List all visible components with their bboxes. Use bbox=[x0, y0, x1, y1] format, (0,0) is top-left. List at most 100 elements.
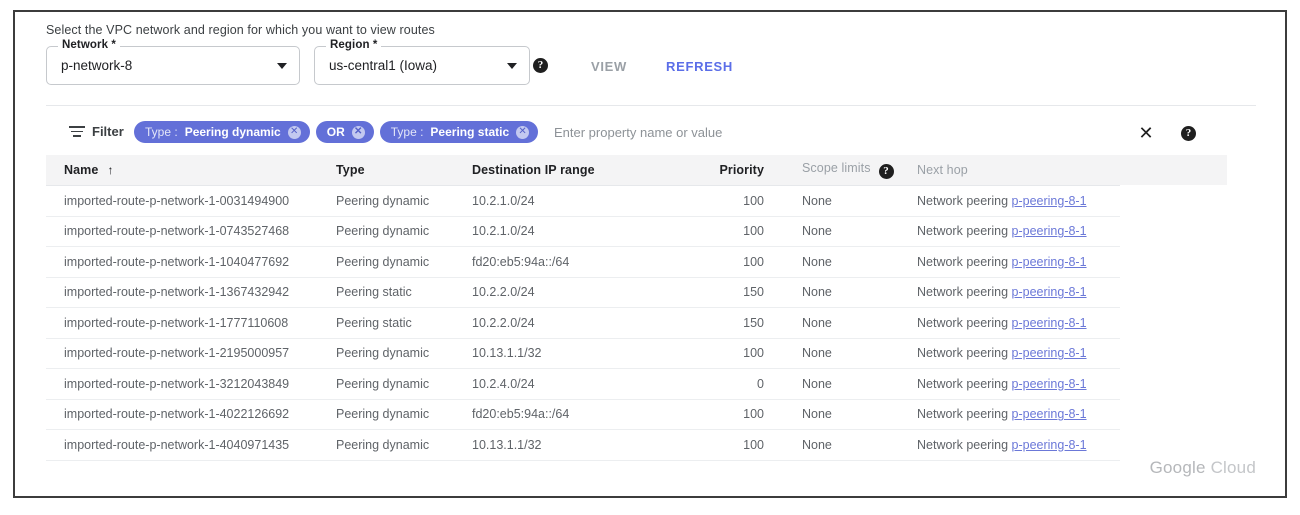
cell-destination: 10.2.4.0/24 bbox=[472, 376, 535, 391]
google-cloud-logo: Google Cloud bbox=[1150, 458, 1256, 478]
region-select[interactable]: Region * us-central1 (Iowa) bbox=[314, 39, 530, 85]
filter-icon[interactable] bbox=[69, 125, 85, 139]
cell-scope-limits: None bbox=[802, 224, 832, 239]
filter-chip-key: Type : bbox=[390, 125, 424, 139]
cell-priority: 150 bbox=[743, 285, 764, 300]
cell-scope-limits: None bbox=[802, 437, 832, 452]
next-hop-link[interactable]: p-peering-8-1 bbox=[1012, 377, 1087, 391]
column-header-priority[interactable]: Priority bbox=[672, 163, 782, 177]
column-header-type[interactable]: Type bbox=[336, 163, 472, 177]
scope-limits-help-icon[interactable]: ? bbox=[878, 164, 894, 179]
cell-type: Peering dynamic bbox=[336, 376, 430, 391]
next-hop-prefix: Network peering bbox=[917, 285, 1009, 300]
cell-destination: 10.13.1.1/32 bbox=[472, 346, 542, 361]
column-header-next-hop[interactable]: Next hop bbox=[917, 163, 1207, 177]
filter-chip[interactable]: Type : Peering dynamic ✕ bbox=[134, 121, 310, 143]
table-row[interactable]: imported-route-p-network-1-1040477692 Pee… bbox=[46, 247, 1227, 278]
filter-bar: Filter Type : Peering dynamic ✕ OR ✕ Typ… bbox=[46, 113, 1256, 154]
filter-chip-list: Type : Peering dynamic ✕ OR ✕ Type : Pee… bbox=[134, 121, 539, 143]
cell-type: Peering dynamic bbox=[336, 254, 430, 269]
cell-next-hop: Network peering p-peering-8-1 bbox=[917, 316, 1207, 330]
table-row[interactable]: imported-route-p-network-1-0031494900 Pee… bbox=[46, 186, 1227, 217]
next-hop-link[interactable]: p-peering-8-1 bbox=[1012, 194, 1087, 208]
next-hop-link[interactable]: p-peering-8-1 bbox=[1012, 407, 1087, 421]
column-header-label: Type bbox=[336, 163, 365, 177]
column-header-label: Name bbox=[64, 163, 99, 177]
cell-name: imported-route-p-network-1-0031494900 bbox=[64, 193, 290, 208]
filter-chip[interactable]: Type : Peering static ✕ bbox=[379, 121, 539, 143]
cell-next-hop: Network peering p-peering-8-1 bbox=[917, 194, 1207, 208]
cell-destination: fd20:eb5:94a::/64 bbox=[472, 407, 570, 422]
filter-chip-key: Type : bbox=[145, 125, 178, 139]
cell-priority: 150 bbox=[743, 315, 764, 330]
network-select[interactable]: Network * p-network-8 bbox=[46, 39, 300, 85]
cell-destination: 10.2.2.0/24 bbox=[472, 315, 535, 330]
cell-scope-limits: None bbox=[802, 254, 832, 269]
window-frame: Select the VPC network and region for wh… bbox=[13, 10, 1287, 498]
view-button[interactable]: VIEW bbox=[591, 59, 627, 74]
cell-destination: 10.2.1.0/24 bbox=[472, 224, 535, 239]
chevron-down-icon[interactable] bbox=[277, 63, 287, 69]
cell-name: imported-route-p-network-1-4022126692 bbox=[64, 407, 290, 422]
cell-next-hop: Network peering p-peering-8-1 bbox=[917, 224, 1207, 238]
filter-label: Filter bbox=[92, 124, 124, 139]
refresh-button[interactable]: REFRESH bbox=[666, 59, 733, 74]
cell-priority: 100 bbox=[743, 193, 764, 208]
table-row[interactable]: imported-route-p-network-1-0743527468 Pee… bbox=[46, 216, 1227, 247]
cell-destination: 10.2.1.0/24 bbox=[472, 193, 535, 208]
column-header-scope-limits[interactable]: Scope limits? bbox=[782, 161, 917, 179]
cell-priority: 100 bbox=[743, 224, 764, 239]
filter-help-icon[interactable]: ? bbox=[1181, 126, 1196, 141]
next-hop-link[interactable]: p-peering-8-1 bbox=[1012, 346, 1087, 360]
cell-name: imported-route-p-network-1-4040971435 bbox=[64, 437, 290, 452]
cell-scope-limits: None bbox=[802, 407, 832, 422]
close-icon[interactable]: ✕ bbox=[351, 125, 365, 139]
next-hop-link[interactable]: p-peering-8-1 bbox=[1012, 285, 1087, 299]
section-divider bbox=[46, 105, 1256, 106]
chevron-down-icon[interactable] bbox=[507, 63, 517, 69]
column-header-label: Destination IP range bbox=[472, 163, 595, 177]
next-hop-prefix: Network peering bbox=[917, 254, 1009, 269]
page-instruction-text: Select the VPC network and region for wh… bbox=[46, 23, 435, 37]
table-header-row: Name ↑ Type Destination IP range Priority… bbox=[46, 155, 1227, 186]
table-body: imported-route-p-network-1-0031494900 Pee… bbox=[46, 186, 1227, 461]
region-select-value: us-central1 (Iowa) bbox=[329, 58, 438, 73]
next-hop-prefix: Network peering bbox=[917, 315, 1009, 330]
cell-scope-limits: None bbox=[802, 346, 832, 361]
table-row[interactable]: imported-route-p-network-1-4040971435 Pee… bbox=[46, 430, 1227, 461]
network-select-value: p-network-8 bbox=[61, 58, 133, 73]
column-header-label: Priority bbox=[719, 163, 764, 177]
filter-chip-operator[interactable]: OR ✕ bbox=[315, 121, 374, 143]
panel-content: Select the VPC network and region for wh… bbox=[15, 12, 1285, 496]
next-hop-link[interactable]: p-peering-8-1 bbox=[1012, 438, 1087, 452]
clear-filter-icon[interactable]: ✕ bbox=[1136, 123, 1156, 143]
column-header-label: Next hop bbox=[917, 163, 968, 177]
close-icon[interactable]: ✕ bbox=[287, 125, 301, 139]
filter-input[interactable]: Enter property name or value bbox=[554, 125, 722, 140]
cell-scope-limits: None bbox=[802, 193, 832, 208]
column-header-destination-ip-range[interactable]: Destination IP range bbox=[472, 163, 672, 177]
cell-next-hop: Network peering p-peering-8-1 bbox=[917, 255, 1207, 269]
table-row[interactable]: imported-route-p-network-1-2195000957 Pee… bbox=[46, 338, 1227, 369]
cell-destination: fd20:eb5:94a::/64 bbox=[472, 254, 570, 269]
table-row[interactable]: imported-route-p-network-1-4022126692 Pee… bbox=[46, 399, 1227, 430]
cell-next-hop: Network peering p-peering-8-1 bbox=[917, 438, 1207, 452]
table-row[interactable]: imported-route-p-network-1-1777110608 Pee… bbox=[46, 308, 1227, 339]
cell-priority: 100 bbox=[743, 407, 764, 422]
column-header-name[interactable]: Name ↑ bbox=[46, 163, 336, 177]
sort-ascending-icon[interactable]: ↑ bbox=[107, 163, 113, 177]
region-help-icon[interactable]: ? bbox=[533, 58, 548, 73]
next-hop-link[interactable]: p-peering-8-1 bbox=[1012, 255, 1087, 269]
table-row[interactable]: imported-route-p-network-1-1367432942 Pee… bbox=[46, 277, 1227, 308]
close-icon[interactable]: ✕ bbox=[516, 125, 530, 139]
cell-next-hop: Network peering p-peering-8-1 bbox=[917, 407, 1207, 421]
next-hop-link[interactable]: p-peering-8-1 bbox=[1012, 224, 1087, 238]
region-select-label: Region * bbox=[326, 39, 382, 51]
cell-name: imported-route-p-network-1-1367432942 bbox=[64, 285, 290, 300]
cell-next-hop: Network peering p-peering-8-1 bbox=[917, 377, 1207, 391]
table-row[interactable]: imported-route-p-network-1-3212043849 Pee… bbox=[46, 369, 1227, 400]
brand-primary: Google bbox=[1149, 458, 1206, 477]
cell-scope-limits: None bbox=[802, 285, 832, 300]
next-hop-link[interactable]: p-peering-8-1 bbox=[1012, 316, 1087, 330]
cell-name: imported-route-p-network-1-0743527468 bbox=[64, 224, 290, 239]
